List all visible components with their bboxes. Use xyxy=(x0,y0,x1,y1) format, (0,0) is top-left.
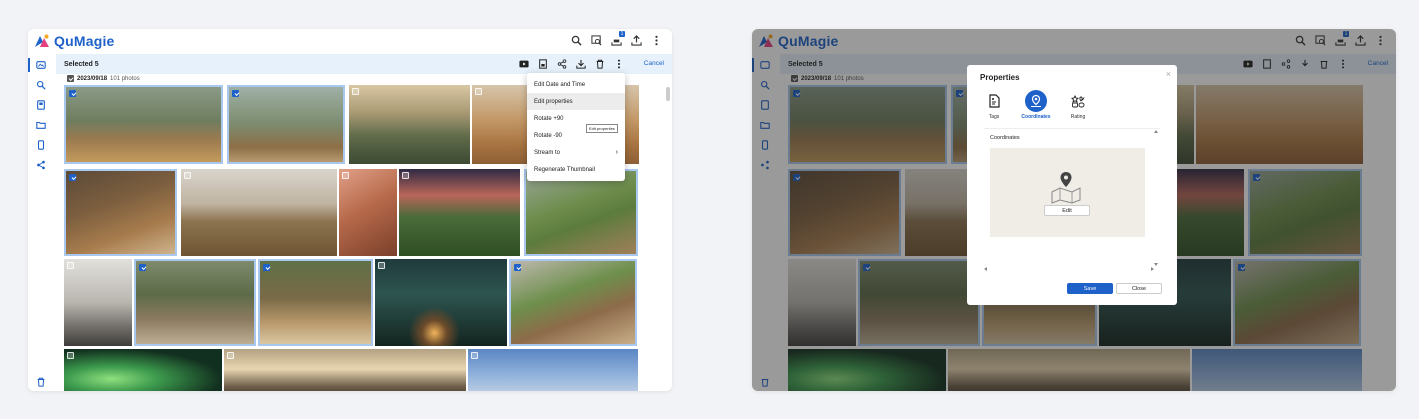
qumagie-logo-icon xyxy=(35,34,49,47)
more-vertical-icon[interactable] xyxy=(613,58,624,69)
photo-checkbox[interactable] xyxy=(471,352,478,359)
photo-checkbox[interactable] xyxy=(139,264,146,271)
properties-icon[interactable] xyxy=(537,58,548,69)
map-location-icon xyxy=(1051,172,1081,204)
photo-thumbnail[interactable] xyxy=(399,169,520,256)
app-name: QuMagie xyxy=(54,33,115,49)
download-icon[interactable] xyxy=(575,58,586,69)
photo-checkbox[interactable] xyxy=(352,88,359,95)
map-pin-icon xyxy=(1025,90,1047,112)
photo-checkbox[interactable] xyxy=(227,352,234,359)
map-placeholder: Edit xyxy=(990,148,1145,237)
edit-coordinates-button[interactable]: Edit xyxy=(1044,205,1090,216)
dialog-title: Properties xyxy=(980,73,1020,82)
qumagie-window-with-dialog: QuMagie 1 Selected 5 Cancel 2023/09/18 1… xyxy=(752,29,1396,391)
sidebar xyxy=(28,54,54,391)
photo-checkbox[interactable] xyxy=(67,352,74,359)
dialog-scrollbar[interactable] xyxy=(1154,129,1158,267)
upload-icon[interactable] xyxy=(631,35,642,46)
photo-checkbox[interactable] xyxy=(402,172,409,179)
photo-thumbnail[interactable] xyxy=(134,259,256,346)
search-icon[interactable] xyxy=(35,79,47,91)
slideshow-icon[interactable] xyxy=(518,58,529,69)
photo-checkbox[interactable] xyxy=(232,90,239,97)
photo-checkbox[interactable] xyxy=(69,174,76,181)
menu-item-regenerate-thumbnail[interactable]: Regenerate Thumbnail xyxy=(527,161,625,178)
coordinates-panel: Coordinates Edit xyxy=(984,128,1160,268)
photo-thumbnail[interactable] xyxy=(64,259,132,346)
tab-label: Tags xyxy=(988,114,1000,120)
more-vertical-icon[interactable] xyxy=(651,35,662,46)
qumagie-window: QuMagie 1 Selected 5 Cancel 2023/09/18 1… xyxy=(28,29,672,391)
tab-coordinates[interactable]: Coordinates xyxy=(1021,90,1051,120)
search-icon[interactable] xyxy=(571,35,582,46)
photo-thumbnail[interactable] xyxy=(64,85,223,164)
scroll-arrows-icon xyxy=(1154,130,1158,266)
share-icon[interactable] xyxy=(35,159,47,171)
photo-thumbnail[interactable] xyxy=(468,349,638,391)
tab-rating[interactable]: Rating xyxy=(1064,90,1092,120)
properties-dialog: Properties × Tags Coordinates Rating Coo… xyxy=(967,65,1177,305)
photo-checkbox[interactable] xyxy=(263,264,270,271)
trash-icon[interactable] xyxy=(35,376,47,388)
folder-icon[interactable] xyxy=(35,119,47,131)
tag-document-icon xyxy=(983,90,1005,112)
photo-thumbnail[interactable] xyxy=(227,85,345,164)
photo-checkbox[interactable] xyxy=(342,172,349,179)
menu-item-edit-date-time[interactable]: Edit Date and Time xyxy=(527,76,625,93)
group-date: 2023/09/18 xyxy=(77,75,108,82)
photo-checkbox[interactable] xyxy=(184,172,191,179)
group-photo-count: 101 photos xyxy=(110,75,140,82)
scrollbar-thumb[interactable] xyxy=(666,87,670,101)
delete-icon[interactable] xyxy=(594,58,605,69)
photo-thumbnail[interactable] xyxy=(509,259,637,346)
photo-checkbox[interactable] xyxy=(378,262,385,269)
share-icon[interactable] xyxy=(556,58,567,69)
selected-count: Selected 5 xyxy=(64,60,99,68)
tab-label: Coordinates xyxy=(1021,114,1051,120)
date-group-header: 2023/09/18 101 photos xyxy=(67,75,140,82)
group-select-checkbox[interactable] xyxy=(67,75,74,82)
top-bar: QuMagie 1 xyxy=(28,29,672,54)
cancel-button[interactable]: Cancel xyxy=(644,60,664,67)
close-button[interactable]: Close xyxy=(1116,283,1162,294)
photo-checkbox[interactable] xyxy=(514,264,521,271)
photo-thumbnail[interactable] xyxy=(181,169,337,256)
photo-thumbnail[interactable] xyxy=(224,349,466,391)
upload-queue-icon[interactable]: 1 xyxy=(611,31,625,46)
image-search-icon[interactable] xyxy=(591,35,602,46)
dialog-horizontal-scrollbar[interactable] xyxy=(984,267,1154,271)
photo-thumbnail[interactable] xyxy=(64,169,177,256)
menu-item-edit-properties[interactable]: Edit properties Edit properties xyxy=(527,93,625,133)
tab-label: Rating xyxy=(1070,114,1086,120)
chevron-right-icon: › xyxy=(615,149,618,156)
rating-icon xyxy=(1067,90,1089,112)
properties-tabs: Tags Coordinates Rating xyxy=(980,90,1092,120)
photo-thumbnail[interactable] xyxy=(339,169,397,256)
photo-checkbox[interactable] xyxy=(67,262,74,269)
albums-icon[interactable] xyxy=(35,99,47,111)
menu-item-stream-to[interactable]: Stream to › xyxy=(527,144,625,161)
photo-thumbnail[interactable] xyxy=(64,349,222,391)
menu-item-rotate-minus-90[interactable]: Rotate -90 xyxy=(527,127,625,144)
more-actions-menu: Edit Date and Time Edit properties Edit p… xyxy=(527,73,625,181)
notification-badge: 1 xyxy=(619,31,625,37)
photo-thumbnail[interactable] xyxy=(375,259,507,346)
photo-thumbnail[interactable] xyxy=(524,169,638,256)
photo-checkbox[interactable] xyxy=(475,88,482,95)
section-label: Coordinates xyxy=(990,135,1020,141)
photo-thumbnail[interactable] xyxy=(258,259,373,346)
close-icon[interactable]: × xyxy=(1166,69,1171,79)
menu-item-rotate-plus-90[interactable]: Rotate +90 xyxy=(527,110,625,127)
scrollbar[interactable] xyxy=(666,77,670,387)
device-icon[interactable] xyxy=(35,139,47,151)
scroll-arrows-icon xyxy=(984,267,1154,271)
selection-toolbar: Selected 5 Cancel xyxy=(56,54,672,74)
photos-icon[interactable] xyxy=(28,58,47,72)
tab-tags[interactable]: Tags xyxy=(980,90,1008,120)
photo-thumbnail[interactable] xyxy=(349,85,470,164)
app-logo[interactable]: QuMagie xyxy=(34,33,115,49)
photo-checkbox[interactable] xyxy=(69,90,76,97)
save-button[interactable]: Save xyxy=(1067,283,1113,294)
